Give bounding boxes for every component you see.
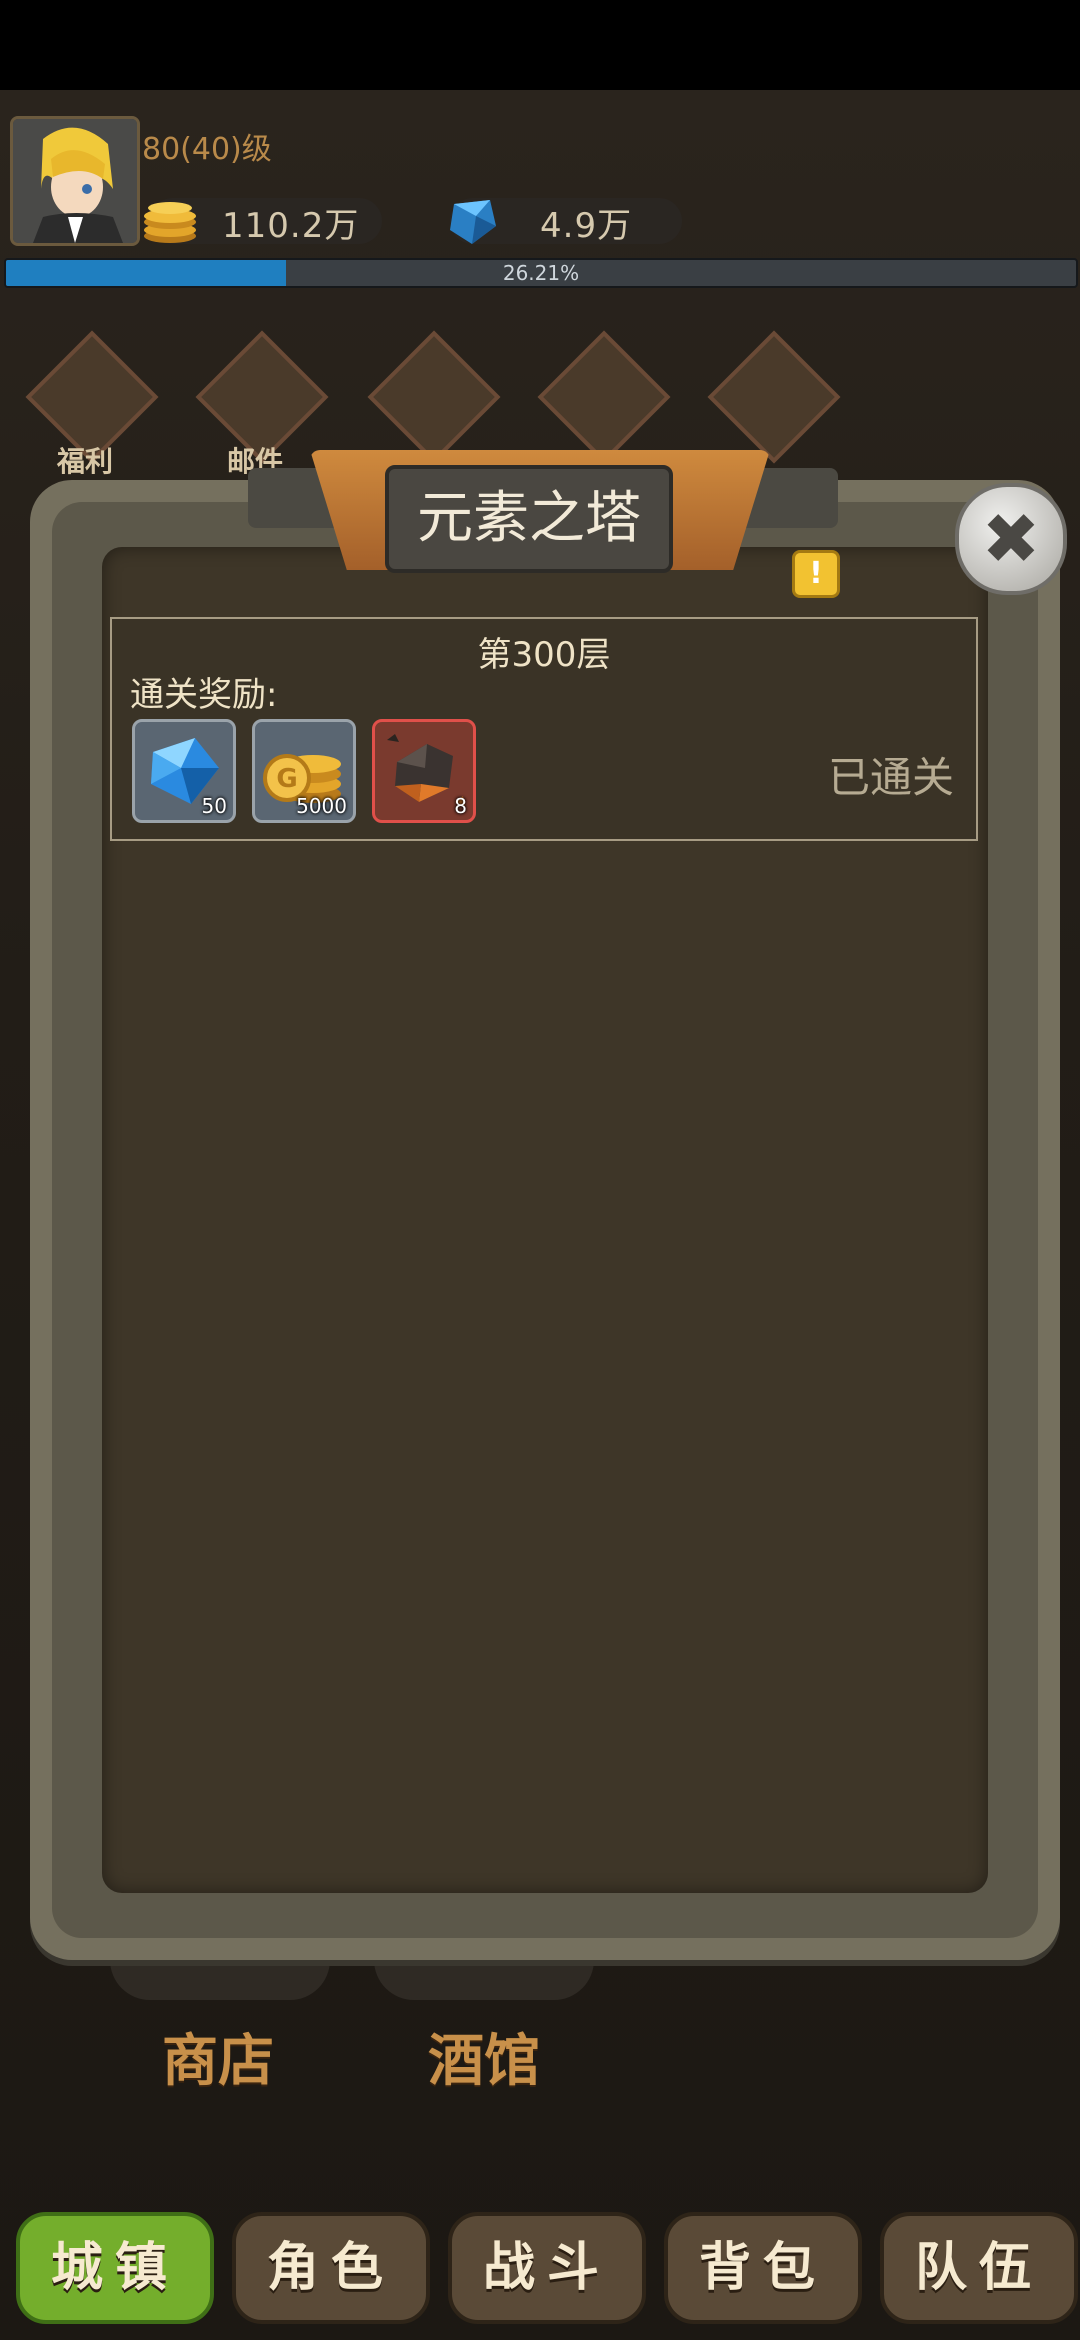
gold-amount: 110.2万	[222, 206, 360, 246]
menu-welfare-label: 福利	[56, 445, 113, 478]
close-button[interactable]: ✖	[955, 483, 1067, 595]
nav-bag-label: 背包	[698, 2238, 827, 2298]
shop-label: 商店	[162, 2029, 274, 2094]
exp-percent: 26.21%	[502, 261, 580, 285]
gem-amount: 4.9万	[540, 206, 633, 246]
info-button[interactable]: !	[792, 550, 840, 598]
nav-town-label: 城镇	[50, 2238, 179, 2298]
reward-label: 通关奖励:	[130, 675, 278, 715]
player-level: 80(40)级	[142, 132, 272, 167]
svg-text:G: G	[276, 764, 297, 794]
status-bar	[0, 0, 1080, 90]
gold-coins-icon	[140, 196, 200, 244]
blue-gem-icon	[446, 196, 498, 246]
nav-character-label: 角色	[266, 2238, 395, 2298]
winged-emblem-icon	[707, 330, 841, 464]
menu-welfare[interactable]: 福利	[20, 330, 159, 480]
treasure-chest-icon	[537, 330, 671, 464]
player-avatar[interactable]	[10, 116, 140, 246]
menu-mail[interactable]: 邮件	[190, 330, 329, 480]
reward-count: 8	[454, 794, 467, 818]
tavern-label: 酒馆	[428, 2029, 540, 2094]
glove-icon	[367, 330, 501, 464]
reward-item[interactable]: 50	[132, 719, 236, 823]
reward-count: 50	[201, 794, 227, 818]
reward-item[interactable]: 8	[372, 719, 476, 823]
floor-card: 第300层 通关奖励: 50 G 5000 8 已通关	[110, 617, 978, 841]
nav-town[interactable]: 城镇	[16, 2212, 214, 2324]
close-icon: ✖	[981, 498, 1041, 580]
nav-battle-label: 战斗	[482, 2238, 611, 2298]
nav-bag[interactable]: 背包	[664, 2212, 862, 2324]
reward-item[interactable]: G 5000	[252, 719, 356, 823]
nav-team[interactable]: 队伍	[880, 2212, 1078, 2324]
dialog-title: 元素之塔	[417, 486, 641, 551]
nav-battle[interactable]: 战斗	[448, 2212, 646, 2324]
nav-character[interactable]: 角色	[232, 2212, 430, 2324]
exclamation-icon: !	[809, 556, 823, 591]
floor-status: 已通关	[827, 753, 954, 802]
exp-bar: 26.21%	[4, 258, 1078, 288]
reward-count: 5000	[296, 794, 347, 818]
nav-team-label: 队伍	[914, 2238, 1043, 2298]
